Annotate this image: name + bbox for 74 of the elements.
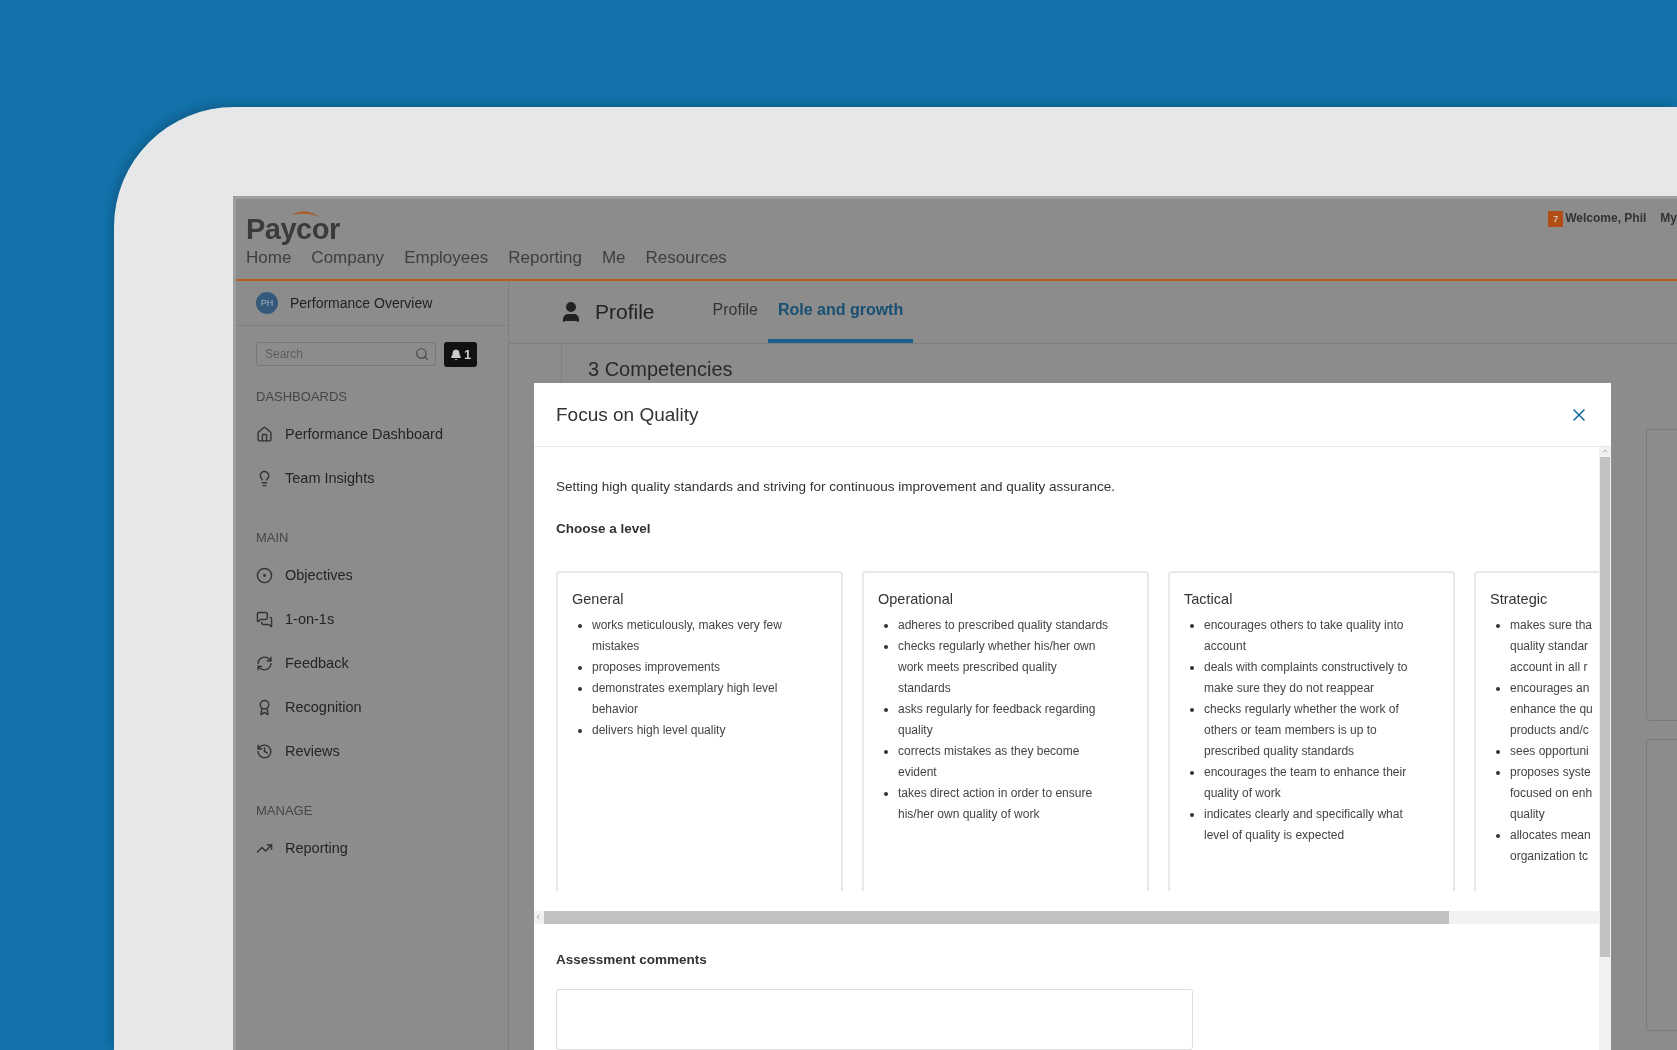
- bullet-icon: [1496, 687, 1500, 691]
- list-item: sees opportuni: [1510, 743, 1589, 760]
- menu-icon: [256, 425, 273, 443]
- sidebar-item[interactable]: Feedback: [236, 641, 508, 685]
- nav-link[interactable]: Me: [601, 248, 626, 268]
- bell-icon: [450, 348, 462, 361]
- description: Setting high quality standards and striving for continuous improvement and quality assurance.: [555, 478, 1117, 494]
- sidebar-item[interactable]: Team Insights: [236, 456, 508, 500]
- tab[interactable]: Role and growth: [767, 281, 914, 343]
- sidebar-item[interactable]: Recognition: [236, 685, 508, 729]
- comments-field[interactable]: [556, 989, 1193, 1050]
- tab[interactable]: Profile: [702, 281, 768, 343]
- search-icon: [415, 347, 429, 361]
- list-item: indicates clearly and specifically what level of quality is expected: [1204, 806, 1403, 844]
- bullet-icon: [884, 624, 888, 628]
- bullet-icon: [1496, 750, 1500, 754]
- list-item: allocates mean organization tc: [1510, 827, 1591, 865]
- section-title: 3 Competencies: [588, 358, 734, 381]
- page-title: Profile: [595, 300, 655, 324]
- field-label: Assessment comments: [555, 951, 708, 968]
- bullet-icon: [1190, 624, 1194, 628]
- sidebar-item[interactable]: 1-on-1s: [236, 597, 508, 641]
- menu-icon: [256, 610, 273, 628]
- bullet-icon: [578, 729, 582, 733]
- sidebar-item[interactable]: Reporting: [236, 826, 508, 870]
- nav-link[interactable]: Reporting: [508, 248, 582, 268]
- nav-link[interactable]: Employees: [404, 248, 489, 268]
- logo: Paycor: [246, 213, 341, 246]
- bullet-icon: [1496, 624, 1500, 628]
- scroll-left-icon[interactable]: [534, 913, 542, 922]
- modal-title: Focus on Quality: [556, 403, 699, 426]
- menu-link[interactable]: My: [1660, 211, 1677, 225]
- bullet-icon: [1496, 771, 1500, 775]
- list-item: adheres to prescribed quality standards: [898, 617, 1109, 634]
- list-item: takes direct action in order to ensure his/her own quality of work: [898, 785, 1093, 823]
- list-item: proposes improvements: [592, 659, 721, 676]
- notification-badge[interactable]: 7: [1548, 211, 1564, 227]
- nav-link[interactable]: Home: [246, 248, 292, 268]
- scroll-up-icon[interactable]: [1601, 447, 1609, 455]
- bullet-icon: [578, 687, 582, 691]
- bullet-icon: [884, 708, 888, 712]
- field-label: Choose a level: [555, 520, 652, 536]
- bullet-icon: [1190, 771, 1194, 775]
- bullet-icon: [1190, 666, 1194, 670]
- section-heading: DASHBOARDS: [255, 389, 349, 404]
- menu-icon: [256, 742, 273, 760]
- sidebar-item[interactable]: Reviews: [236, 729, 508, 773]
- bullet-icon: [884, 792, 888, 796]
- avatar: PH: [256, 292, 278, 314]
- bullet-icon: [884, 750, 888, 754]
- section-heading: MAIN: [255, 530, 290, 545]
- sidebar-item[interactable]: Objectives: [236, 553, 508, 597]
- bullet-icon: [1496, 834, 1500, 838]
- bullet-icon: [1190, 708, 1194, 712]
- list-item: delivers high level quality: [592, 722, 726, 739]
- vertical-scrollbar[interactable]: [1599, 447, 1611, 1050]
- nav-link[interactable]: Resources: [645, 248, 727, 268]
- bullet-icon: [1190, 813, 1194, 817]
- sidebar-item[interactable]: Performance Dashboard: [236, 412, 508, 456]
- card-title: Operational: [878, 591, 954, 607]
- nav-link[interactable]: Company: [311, 248, 385, 268]
- sidebar-title: Performance Overview: [290, 295, 433, 311]
- alerts-button[interactable]: 1: [444, 342, 478, 367]
- bullet-icon: [578, 624, 582, 628]
- bullet-icon: [884, 645, 888, 649]
- section-heading: MANAGE: [255, 803, 314, 818]
- welcome-text: Welcome, Phil: [1565, 211, 1647, 225]
- menu-icon: [256, 654, 273, 672]
- card-title: Tactical: [1184, 591, 1234, 607]
- bullet-icon: [578, 666, 582, 670]
- menu-icon: [256, 566, 273, 584]
- card-title: General: [572, 591, 625, 607]
- card-title: Strategic: [1490, 591, 1549, 607]
- horizontal-scrollbar[interactable]: [534, 910, 1599, 925]
